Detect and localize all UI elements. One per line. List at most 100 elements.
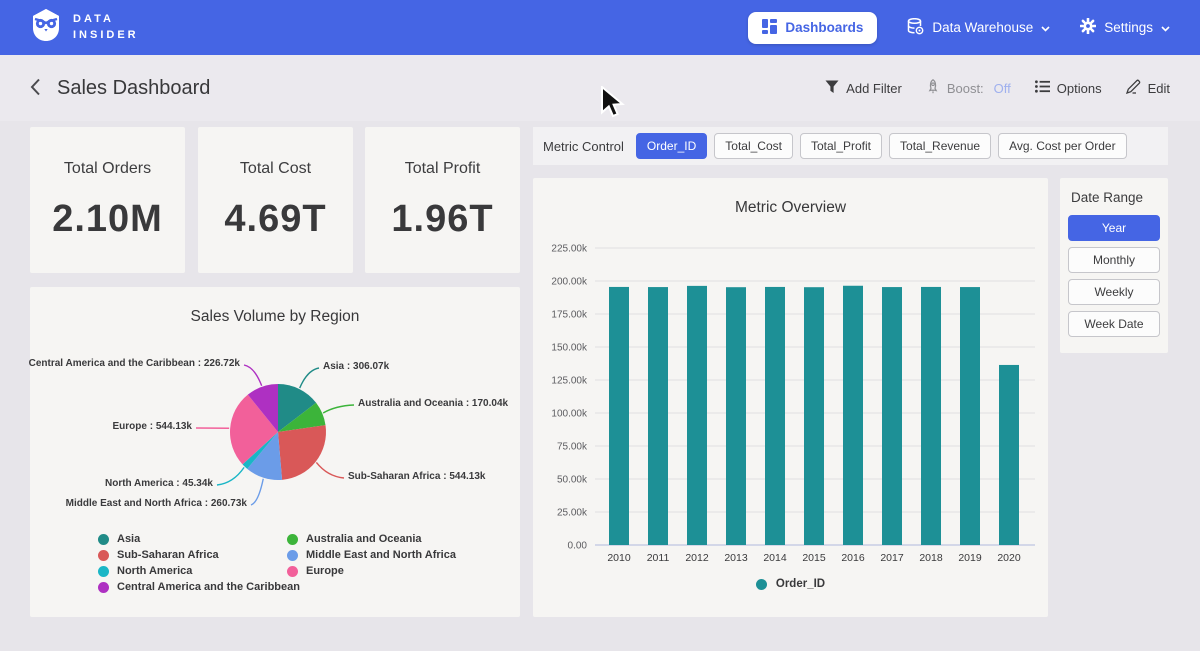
edit-button[interactable]: Edit [1126,79,1170,97]
rocket-icon [926,79,940,97]
legend-item-europe[interactable]: Europe [287,565,456,577]
legend-item-australia-and-oceania[interactable]: Australia and Oceania [287,533,456,545]
metric-control-label: Metric Control [543,139,624,154]
legend-label: Order_ID [776,578,825,590]
boost-value: Off [994,81,1011,96]
pie-label-north-america: North America : 45.34k [105,478,213,489]
pie-label-asia: Asia : 306.07k [323,361,389,372]
metric-buttons: Order_ID Total_Cost Total_Profit Total_Reve… [636,133,1127,159]
legend-dot [98,566,109,577]
bar-2012[interactable] [687,286,707,545]
metric-button-order-id[interactable]: Order_ID [636,133,707,159]
legend-dot [287,566,298,577]
kpi-card-total-cost: Total Cost 4.69T [198,127,353,273]
metric-button-total-profit[interactable]: Total_Profit [800,133,882,159]
top-navbar: DATA INSIDER Dashboards [0,0,1200,55]
pie-label-middle-east-and-north-africa: Middle East and North Africa : 260.73k [66,498,247,509]
boost-toggle[interactable]: Boost: Off [926,79,1011,97]
bar-2020[interactable] [999,365,1019,545]
legend-item-sub-saharan-africa[interactable]: Sub-Saharan Africa [98,549,300,561]
svg-text:25.00k: 25.00k [557,508,588,519]
dashboard-grid-icon [762,19,777,37]
nav-dashboards-button[interactable]: Dashboards [748,12,877,44]
legend-item-north-america[interactable]: North America [98,565,300,577]
bar-2013[interactable] [726,287,746,545]
gear-icon [1080,18,1096,37]
legend-dot [98,582,109,593]
bar-2014[interactable] [765,287,785,545]
metric-overview-chart: Metric Overview 0.0025.00k50.00k75.00k10… [533,178,1048,617]
svg-text:150.00k: 150.00k [551,343,588,354]
legend-dot [287,550,298,561]
metric-control-bar: Metric Control Order_ID Total_Cost Total_P… [533,127,1168,165]
bar-2018[interactable] [921,287,941,545]
kpi-card-total-profit: Total Profit 1.96T [365,127,520,273]
bar-2010[interactable] [609,287,629,545]
legend-dot [98,534,109,545]
kpi-value: 4.69T [224,198,326,241]
boost-label: Boost: [947,81,984,96]
pie-callout-line [251,479,263,505]
pie-slice-sub-saharan-africa[interactable] [278,425,326,480]
x-axis-label: 2016 [841,552,865,564]
svg-text:175.00k: 175.00k [551,310,588,321]
bar-2015[interactable] [804,287,824,545]
pie-label-sub-saharan-africa: Sub-Saharan Africa : 544.13k [348,471,485,482]
kpi-label: Total Profit [405,160,481,178]
pencil-icon [1126,79,1141,97]
pie-callout-line [217,467,244,485]
legend-item-middle-east-and-north-africa[interactable]: Middle East and North Africa [287,549,456,561]
nav-dashboards-label: Dashboards [785,20,863,35]
kpi-label: Total Cost [240,160,311,178]
pie-label-australia-and-oceania: Australia and Oceania : 170.04k [358,398,508,409]
x-axis-label: 2012 [685,552,709,564]
legend-item-asia[interactable]: Asia [98,533,300,545]
svg-text:125.00k: 125.00k [551,376,588,387]
date-range-weekly[interactable]: Weekly [1068,279,1160,305]
metric-button-avg-cost-per-order[interactable]: Avg. Cost per Order [998,133,1127,159]
x-axis-label: 2015 [802,552,826,564]
nav-data-warehouse-label: Data Warehouse [932,20,1033,35]
pie-legend-column: Australia and Oceania Middle East and Nor… [287,533,456,577]
edit-label: Edit [1148,81,1170,96]
bar-chart-legend[interactable]: Order_ID [533,578,1048,590]
add-filter-button[interactable]: Add Filter [825,80,902,97]
legend-label: North America [117,565,192,577]
bar-2017[interactable] [882,287,902,545]
kpi-card-total-orders: Total Orders 2.10M [30,127,185,273]
svg-text:200.00k: 200.00k [551,277,588,288]
chevron-down-icon [1041,20,1050,35]
date-range-monthly[interactable]: Monthly [1068,247,1160,273]
x-axis-label: 2019 [958,552,982,564]
kpi-value: 1.96T [391,198,493,241]
legend-dot [98,550,109,561]
legend-dot [756,579,767,590]
metric-button-total-revenue[interactable]: Total_Revenue [889,133,991,159]
back-button[interactable] [30,78,41,99]
funnel-icon [825,80,839,97]
date-range-panel: Date Range YearMonthlyWeeklyWeek Date [1060,178,1168,353]
page-header: Sales Dashboard Add Filter Boost:Off [0,55,1200,121]
chevron-left-icon [30,78,41,99]
options-button[interactable]: Options [1035,80,1102,96]
database-icon [907,18,924,38]
x-axis-label: 2011 [647,552,670,564]
chevron-down-icon [1161,20,1170,35]
list-icon [1035,80,1050,96]
x-axis-label: 2014 [763,552,787,564]
nav-settings-button[interactable]: Settings [1080,18,1170,37]
bar-2016[interactable] [843,286,863,545]
pie-label-europe: Europe : 544.13k [113,421,192,432]
bar-2011[interactable] [648,287,668,545]
date-range-week-date[interactable]: Week Date [1068,311,1160,337]
nav-data-warehouse-button[interactable]: Data Warehouse [907,18,1050,38]
date-range-year[interactable]: Year [1068,215,1160,241]
options-label: Options [1057,81,1102,96]
brand-line2: INSIDER [73,28,139,44]
owl-icon [30,8,62,47]
metric-button-total-cost[interactable]: Total_Cost [714,133,793,159]
x-axis-label: 2018 [919,552,943,564]
brand-text: DATA INSIDER [73,12,139,44]
bar-2019[interactable] [960,287,980,545]
legend-item-central-america-and-the-caribbean[interactable]: Central America and the Caribbean [98,581,300,593]
